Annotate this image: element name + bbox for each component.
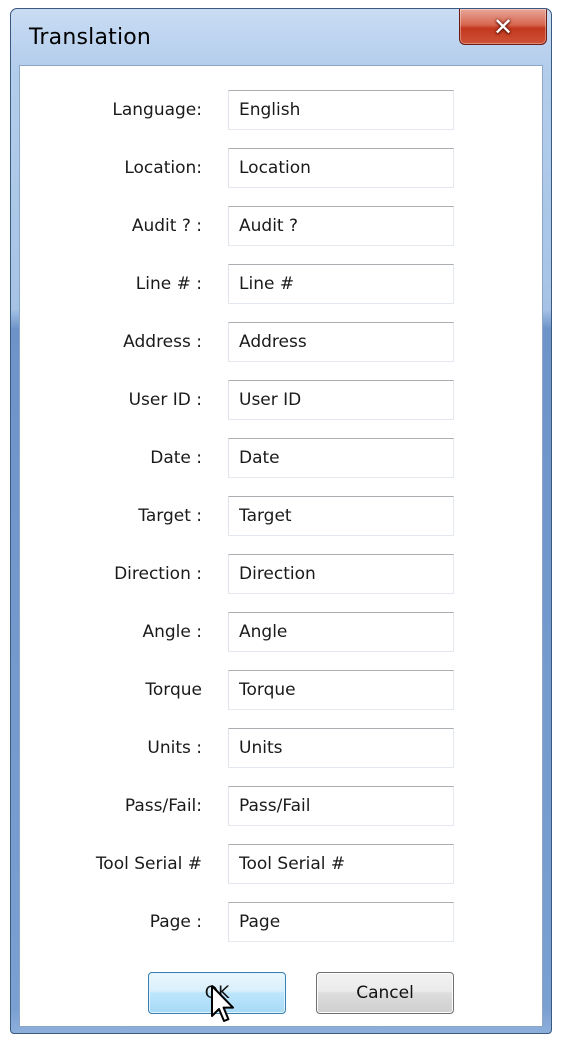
field-row-page: Page :: [20, 902, 542, 942]
direction-label: Direction :: [114, 564, 202, 584]
field-row-units: Units :: [20, 728, 542, 768]
close-button[interactable]: ✕: [459, 9, 547, 45]
field-row-date: Date :: [20, 438, 542, 478]
pass-fail-input[interactable]: [228, 786, 454, 826]
tool-serial-label: Tool Serial #: [95, 854, 202, 874]
field-row-language: Language:: [20, 90, 542, 130]
tool-serial-input[interactable]: [228, 844, 454, 884]
window-title: Translation: [29, 25, 152, 50]
user-id-input[interactable]: [228, 380, 454, 420]
field-row-angle: Angle :: [20, 612, 542, 652]
line-number-input[interactable]: [228, 264, 454, 304]
field-row-address: Address :: [20, 322, 542, 362]
translation-dialog: Translation ✕ Language: Location: Audit …: [10, 8, 552, 1034]
location-input[interactable]: [228, 148, 454, 188]
user-id-label: User ID :: [128, 390, 202, 410]
units-label: Units :: [147, 738, 202, 758]
date-input[interactable]: [228, 438, 454, 478]
torque-input[interactable]: [228, 670, 454, 710]
date-label: Date :: [150, 448, 202, 468]
close-icon: ✕: [492, 12, 514, 41]
cancel-button[interactable]: Cancel: [316, 972, 454, 1014]
language-input[interactable]: [228, 90, 454, 130]
language-label: Language:: [112, 100, 202, 120]
title-bar[interactable]: Translation ✕: [11, 9, 551, 65]
target-input[interactable]: [228, 496, 454, 536]
torque-label: Torque: [145, 680, 202, 700]
direction-input[interactable]: [228, 554, 454, 594]
field-row-audit: Audit ? :: [20, 206, 542, 246]
field-row-torque: Torque: [20, 670, 542, 710]
address-input[interactable]: [228, 322, 454, 362]
field-row-pass-fail: Pass/Fail:: [20, 786, 542, 826]
ok-button[interactable]: OK: [148, 972, 286, 1014]
dialog-body: Language: Location: Audit ? : Line # : A…: [19, 65, 543, 1027]
angle-label: Angle :: [142, 622, 202, 642]
audit-label: Audit ? :: [131, 216, 202, 236]
page-input[interactable]: [228, 902, 454, 942]
audit-input[interactable]: [228, 206, 454, 246]
page-label: Page :: [149, 912, 202, 932]
field-row-target: Target :: [20, 496, 542, 536]
units-input[interactable]: [228, 728, 454, 768]
location-label: Location:: [124, 158, 202, 178]
pass-fail-label: Pass/Fail:: [124, 796, 202, 816]
field-row-direction: Direction :: [20, 554, 542, 594]
line-number-label: Line # :: [135, 274, 202, 294]
field-row-tool-serial: Tool Serial #: [20, 844, 542, 884]
field-row-location: Location:: [20, 148, 542, 188]
address-label: Address :: [123, 332, 202, 352]
field-row-user-id: User ID :: [20, 380, 542, 420]
field-row-line-number: Line # :: [20, 264, 542, 304]
target-label: Target :: [138, 506, 202, 526]
angle-input[interactable]: [228, 612, 454, 652]
